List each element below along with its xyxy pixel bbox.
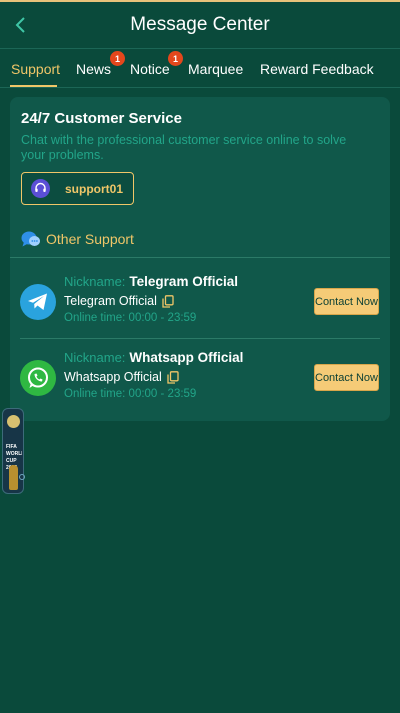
nickname-value: Telegram Official bbox=[129, 274, 238, 289]
tab-bar: Support News 1 Notice 1 Marquee Reward F… bbox=[0, 50, 400, 88]
contact-divider bbox=[20, 338, 380, 339]
chat-bubble-icon bbox=[21, 229, 41, 249]
news-badge: 1 bbox=[110, 51, 125, 66]
page-title: Message Center bbox=[130, 14, 270, 35]
other-support-label: Other Support bbox=[46, 231, 134, 247]
tab-reward-feedback[interactable]: Reward Feedback bbox=[260, 61, 374, 77]
support-card: 24/7 Customer Service Chat with the prof… bbox=[10, 97, 390, 421]
contact-account: Whatsapp Official bbox=[64, 370, 179, 384]
copy-icon[interactable] bbox=[162, 294, 174, 308]
tab-notice[interactable]: Notice bbox=[130, 61, 170, 77]
contact-now-button[interactable]: Contact Now bbox=[314, 288, 379, 315]
tab-support[interactable]: Support bbox=[11, 61, 60, 77]
contact-row-whatsapp: Nickname: Whatsapp Official Whatsapp Offi… bbox=[10, 341, 390, 415]
nickname-value: Whatsapp Official bbox=[129, 350, 244, 365]
support-agent-label: support01 bbox=[65, 181, 124, 196]
account-name: Whatsapp Official bbox=[64, 370, 162, 384]
soccer-ball-icon bbox=[7, 415, 20, 428]
chevron-left-icon bbox=[15, 17, 25, 33]
active-tab-indicator bbox=[10, 85, 57, 87]
banner-drag-handle[interactable] bbox=[19, 474, 25, 480]
headset-icon bbox=[31, 179, 50, 198]
other-support-header: Other Support bbox=[21, 228, 134, 250]
notice-badge: 1 bbox=[168, 51, 183, 66]
support-agent-button[interactable]: support01 bbox=[21, 172, 134, 205]
trophy-icon bbox=[9, 465, 18, 490]
header-bar: Message Center bbox=[0, 2, 400, 49]
contact-nickname: Nickname: Whatsapp Official bbox=[64, 350, 243, 365]
fifa-world-cup-floating-banner[interactable]: FIFA WORLD CUP 2026 bbox=[2, 408, 24, 494]
account-name: Telegram Official bbox=[64, 294, 157, 308]
back-button[interactable] bbox=[10, 12, 30, 38]
copy-icon[interactable] bbox=[167, 370, 179, 384]
telegram-icon bbox=[20, 284, 56, 320]
contact-nickname: Nickname: Telegram Official bbox=[64, 274, 238, 289]
other-support-divider bbox=[10, 257, 390, 258]
customer-service-description: Chat with the professional customer serv… bbox=[21, 133, 347, 162]
contact-account: Telegram Official bbox=[64, 294, 174, 308]
contact-online-time: Online time: 00:00 - 23:59 bbox=[64, 388, 197, 400]
tab-news[interactable]: News bbox=[76, 61, 111, 77]
contact-row-telegram: Nickname: Telegram Official Telegram Offi… bbox=[10, 265, 390, 339]
whatsapp-icon bbox=[20, 360, 56, 396]
customer-service-title: 24/7 Customer Service bbox=[21, 110, 182, 127]
tab-marquee[interactable]: Marquee bbox=[188, 61, 243, 77]
contact-online-time: Online time: 00:00 - 23:59 bbox=[64, 312, 197, 324]
nickname-key: Nickname: bbox=[64, 350, 126, 365]
nickname-key: Nickname: bbox=[64, 274, 126, 289]
contact-now-button[interactable]: Contact Now bbox=[314, 364, 379, 391]
